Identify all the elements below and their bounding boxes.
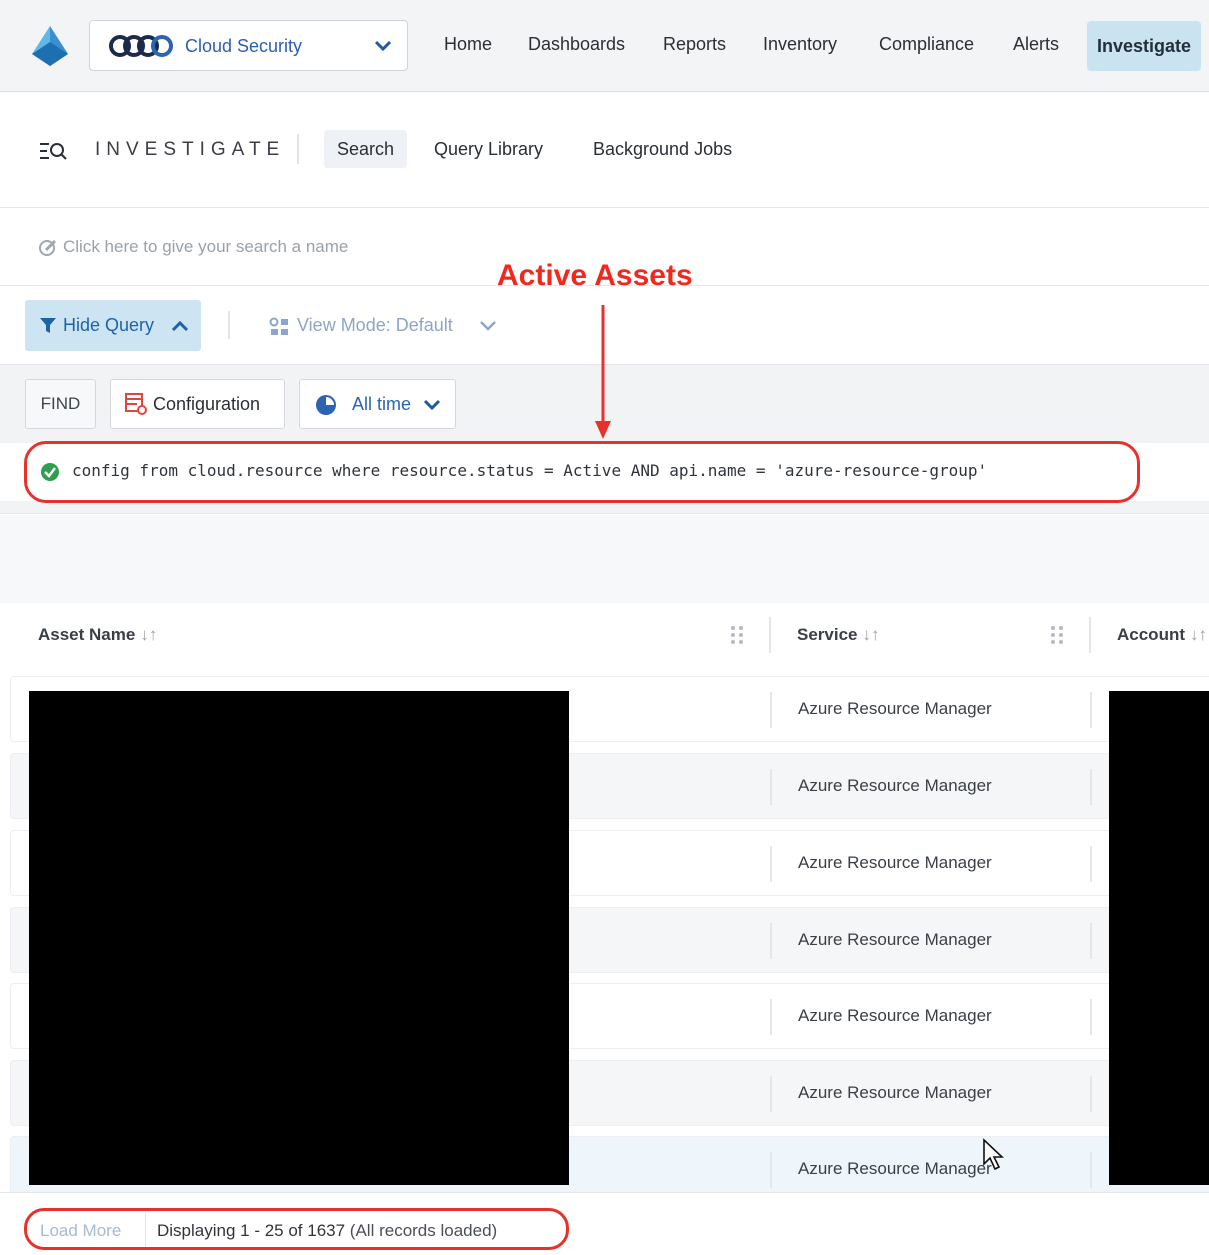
column-divider[interactable]	[769, 617, 771, 653]
brand-logo-icon[interactable]	[30, 24, 70, 68]
service-cell: Azure Resource Manager	[798, 1083, 992, 1102]
product-switcher[interactable]: Cloud Security	[89, 20, 408, 71]
cell-divider	[1090, 923, 1092, 959]
service-cell: Azure Resource Manager	[798, 1006, 992, 1025]
cell-divider	[770, 999, 772, 1035]
column-label: Service	[797, 625, 858, 644]
investigate-header: INVESTIGATE Search Query Library Backgro…	[0, 92, 1209, 208]
footer-highlight-outline	[24, 1208, 569, 1250]
tab-query-library[interactable]: Query Library	[434, 130, 543, 168]
annotation-label: Active Assets	[497, 259, 693, 292]
nav-alerts[interactable]: Alerts	[1013, 34, 1059, 55]
chevron-down-icon	[423, 399, 441, 411]
cell-divider	[1090, 692, 1092, 728]
cell-divider	[770, 846, 772, 882]
search-name-placeholder[interactable]: Click here to give your search a name	[63, 237, 348, 257]
nav-home[interactable]: Home	[444, 34, 492, 55]
hide-query-label: Hide Query	[63, 315, 155, 335]
service-cell: Azure Resource Manager	[798, 1159, 992, 1178]
service-cell: Azure Resource Manager	[798, 853, 992, 872]
service-cell: Azure Resource Manager	[798, 699, 992, 718]
cell-divider	[770, 1152, 772, 1188]
configuration-button[interactable]: Configuration	[110, 379, 285, 429]
column-header-asset-name[interactable]: Asset Name ↓↑	[38, 625, 157, 645]
filter-icon	[40, 318, 56, 333]
nav-investigate[interactable]: Investigate	[1087, 21, 1202, 71]
cell-divider	[770, 769, 772, 805]
clock-icon	[316, 395, 336, 415]
cell-divider	[1090, 999, 1092, 1035]
service-cell: Azure Resource Manager	[798, 776, 992, 795]
query-highlight-outline	[24, 441, 1140, 503]
product-label: Cloud Security	[185, 36, 303, 56]
cell-divider	[1090, 769, 1092, 805]
product-logo-icon	[109, 35, 173, 57]
chevron-up-icon	[171, 320, 189, 332]
nav-compliance[interactable]: Compliance	[879, 34, 974, 55]
chevron-down-icon	[480, 321, 496, 331]
column-label: Account	[1117, 625, 1185, 644]
nav-dashboards[interactable]: Dashboards	[528, 34, 625, 55]
redacted-asset-names	[29, 691, 569, 1185]
sort-icon[interactable]: ↓↑	[1190, 625, 1207, 644]
service-cell: Azure Resource Manager	[798, 930, 992, 949]
cell-divider	[770, 923, 772, 959]
nav-inventory[interactable]: Inventory	[763, 34, 837, 55]
grid-view-icon	[269, 317, 288, 335]
configuration-label: Configuration	[153, 394, 261, 414]
column-header-service[interactable]: Service ↓↑	[797, 625, 880, 645]
tab-background-jobs[interactable]: Background Jobs	[593, 130, 732, 168]
find-label: FIND	[25, 379, 96, 429]
cell-divider	[1090, 1076, 1092, 1112]
cell-divider	[1090, 1152, 1092, 1188]
header-divider	[297, 134, 299, 164]
mouse-cursor-icon	[983, 1138, 1005, 1171]
app-root: Cloud Security Home Dashboards Reports I…	[0, 0, 1209, 1255]
column-label: Asset Name	[38, 625, 136, 644]
search-list-icon	[40, 143, 67, 160]
redacted-accounts	[1109, 691, 1209, 1185]
time-range-dropdown[interactable]: All time	[299, 379, 456, 429]
hide-query-button[interactable]: Hide Query	[25, 300, 201, 351]
results-spacer	[0, 515, 1209, 603]
column-header-account[interactable]: Account ↓↑	[1117, 625, 1207, 645]
nav-reports[interactable]: Reports	[663, 34, 726, 55]
chevron-down-icon	[374, 40, 392, 52]
cell-divider	[770, 1076, 772, 1112]
pencil-icon	[39, 239, 57, 256]
top-nav: Cloud Security Home Dashboards Reports I…	[0, 0, 1209, 92]
table-header: Asset Name ↓↑ Service ↓↑ Account ↓↑	[0, 603, 1209, 665]
cell-divider	[1090, 846, 1092, 882]
drag-handle-icon[interactable]	[730, 625, 744, 645]
config-table-icon	[125, 393, 147, 415]
sort-icon[interactable]: ↓↑	[863, 625, 880, 644]
toolbar-divider	[228, 311, 230, 339]
view-mode-label: View Mode: Default	[297, 315, 453, 335]
page-title: INVESTIGATE	[95, 139, 286, 160]
cell-divider	[770, 692, 772, 728]
column-divider[interactable]	[1089, 617, 1091, 653]
tab-search[interactable]: Search	[324, 130, 408, 168]
annotation-arrow-icon	[595, 305, 611, 439]
sort-icon[interactable]: ↓↑	[140, 625, 157, 644]
drag-handle-icon[interactable]	[1050, 625, 1064, 645]
time-range-label: All time	[352, 394, 412, 414]
